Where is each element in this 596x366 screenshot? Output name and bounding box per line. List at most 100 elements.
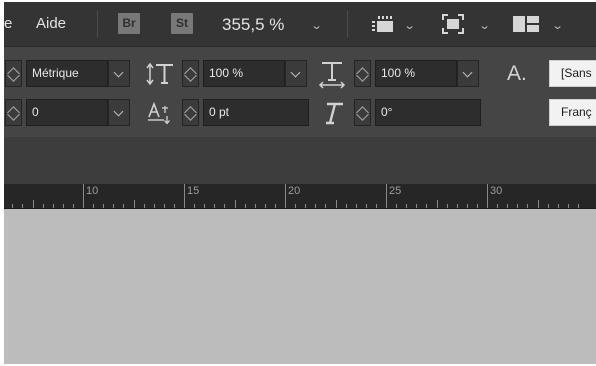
screen-mode-chevron-down-icon[interactable]: ⌄ — [478, 20, 490, 32]
ruler-minor-tick — [567, 204, 569, 208]
ruler-minor-tick — [497, 204, 499, 208]
menu-item-partial[interactable]: e — [4, 15, 12, 33]
skew-icon — [326, 102, 343, 125]
ruler-minor-tick — [103, 204, 105, 208]
ruler-minor-tick — [254, 204, 256, 208]
ruler-minor-tick — [335, 200, 337, 208]
ruler-minor-tick — [153, 204, 155, 208]
ruler-minor-tick — [295, 204, 297, 208]
ruler-minor-tick — [224, 204, 226, 208]
ruler-minor-tick — [517, 204, 519, 208]
ruler-minor-tick — [557, 204, 559, 208]
kerning-stepper[interactable] — [5, 60, 22, 87]
vertical-scale-icon — [146, 62, 173, 86]
screen-mode-icon[interactable] — [442, 14, 464, 34]
skew-field[interactable]: 0° — [375, 99, 481, 126]
ruler-minor-tick — [62, 204, 64, 208]
kerning-dropdown[interactable] — [108, 60, 130, 87]
ruler-minor-tick — [416, 204, 418, 208]
ruler-minor-tick — [305, 204, 307, 208]
bridge-button[interactable]: Br — [118, 13, 140, 34]
horizontal-scale-field[interactable]: 100 % — [375, 60, 457, 87]
ruler-minor-tick — [113, 204, 115, 208]
tracking-stepper[interactable] — [5, 99, 22, 126]
ruler-minor-tick — [577, 204, 579, 208]
zoom-level[interactable]: 355,5 % — [222, 15, 284, 35]
horizontal-scale-stepper[interactable] — [354, 60, 371, 87]
ruler-minor-tick — [274, 204, 276, 208]
ruler-label: 10 — [86, 185, 99, 197]
ruler-minor-tick — [22, 204, 24, 208]
baseline-shift-stepper[interactable] — [182, 99, 199, 126]
menu-item-help[interactable]: Aide — [36, 15, 66, 33]
ruler-minor-tick — [163, 204, 165, 208]
view-options-chevron-down-icon[interactable]: ⌄ — [403, 20, 415, 32]
ruler-minor-tick — [42, 204, 44, 208]
ruler-minor-tick — [476, 204, 478, 208]
tracking-field[interactable]: 0 — [26, 99, 108, 126]
ruler-minor-tick — [396, 204, 398, 208]
ruler-label: 15 — [187, 185, 200, 197]
ruler-minor-tick — [355, 204, 357, 208]
vertical-scale-field[interactable]: 100 % — [203, 60, 285, 87]
tracking-dropdown[interactable] — [108, 99, 130, 126]
kerning-field[interactable]: Métrique — [26, 60, 108, 87]
ruler-minor-tick — [365, 204, 367, 208]
application-bar: e Aide Br St 355,5 % ⌄ ⌄ ⌄ ⌄ — [4, 2, 596, 47]
vertical-scale-dropdown[interactable] — [285, 60, 307, 87]
ruler-label: 20 — [288, 185, 301, 197]
arrange-documents-chevron-down-icon[interactable]: ⌄ — [551, 20, 563, 32]
ruler-minor-tick — [123, 204, 125, 208]
horizontal-scale-dropdown[interactable] — [457, 60, 479, 87]
baseline-shift-field[interactable]: 0 pt — [203, 99, 309, 126]
ruler-minor-tick — [325, 204, 327, 208]
ruler-major-tick — [285, 184, 286, 208]
ruler-minor-tick — [547, 204, 549, 208]
stock-button[interactable]: St — [171, 13, 193, 34]
ruler-minor-tick — [507, 204, 509, 208]
ruler-minor-tick — [173, 204, 175, 208]
ruler-minor-tick — [375, 204, 377, 208]
ruler-minor-tick — [93, 204, 95, 208]
ruler-major-tick — [386, 184, 387, 208]
character-control-panel: Métrique 100 % 100 % A. [Sans 0 0 pt 0° … — [4, 47, 596, 137]
ruler-minor-tick — [244, 204, 246, 208]
menubar-divider — [97, 11, 98, 37]
skew-stepper[interactable] — [354, 99, 371, 126]
ruler-minor-tick — [204, 204, 206, 208]
arrange-documents-icon[interactable] — [512, 15, 540, 33]
font-family-field[interactable]: [Sans — [549, 60, 596, 87]
ruler-major-tick — [184, 184, 185, 208]
ruler-minor-tick — [194, 204, 196, 208]
ruler-minor-tick — [143, 204, 145, 208]
indesign-window: e Aide Br St 355,5 % ⌄ ⌄ ⌄ ⌄ Métrique 10… — [4, 2, 596, 364]
ruler-minor-tick — [315, 204, 317, 208]
character-style-icon: A. — [507, 62, 527, 85]
ruler-minor-tick — [264, 204, 266, 208]
ruler-minor-tick — [426, 204, 428, 208]
ruler-minor-tick — [52, 204, 54, 208]
ruler-label: 30 — [490, 185, 503, 197]
ruler-minor-tick — [436, 200, 438, 208]
ruler-minor-tick — [345, 204, 347, 208]
horizontal-ruler: 10 15 20 25 30 — [4, 184, 596, 209]
horizontal-scale-icon — [318, 62, 346, 89]
view-options-icon[interactable] — [370, 15, 398, 33]
language-field[interactable]: Franç — [549, 99, 596, 126]
baseline-shift-icon — [148, 102, 170, 124]
ruler-minor-tick — [446, 204, 448, 208]
vertical-scale-stepper[interactable] — [182, 60, 199, 87]
document-canvas[interactable] — [4, 209, 596, 364]
menubar-divider — [347, 11, 348, 37]
ruler-minor-tick — [456, 204, 458, 208]
ruler-minor-tick — [32, 200, 34, 208]
ruler-major-tick — [83, 184, 84, 208]
ruler-minor-tick — [466, 204, 468, 208]
ruler-minor-tick — [527, 204, 529, 208]
ruler-minor-tick — [133, 200, 135, 208]
tab-strip — [4, 137, 596, 184]
ruler-minor-tick — [537, 200, 539, 208]
ruler-major-tick — [487, 184, 488, 208]
ruler-minor-tick — [12, 204, 14, 208]
zoom-chevron-down-icon[interactable]: ⌄ — [310, 20, 322, 32]
